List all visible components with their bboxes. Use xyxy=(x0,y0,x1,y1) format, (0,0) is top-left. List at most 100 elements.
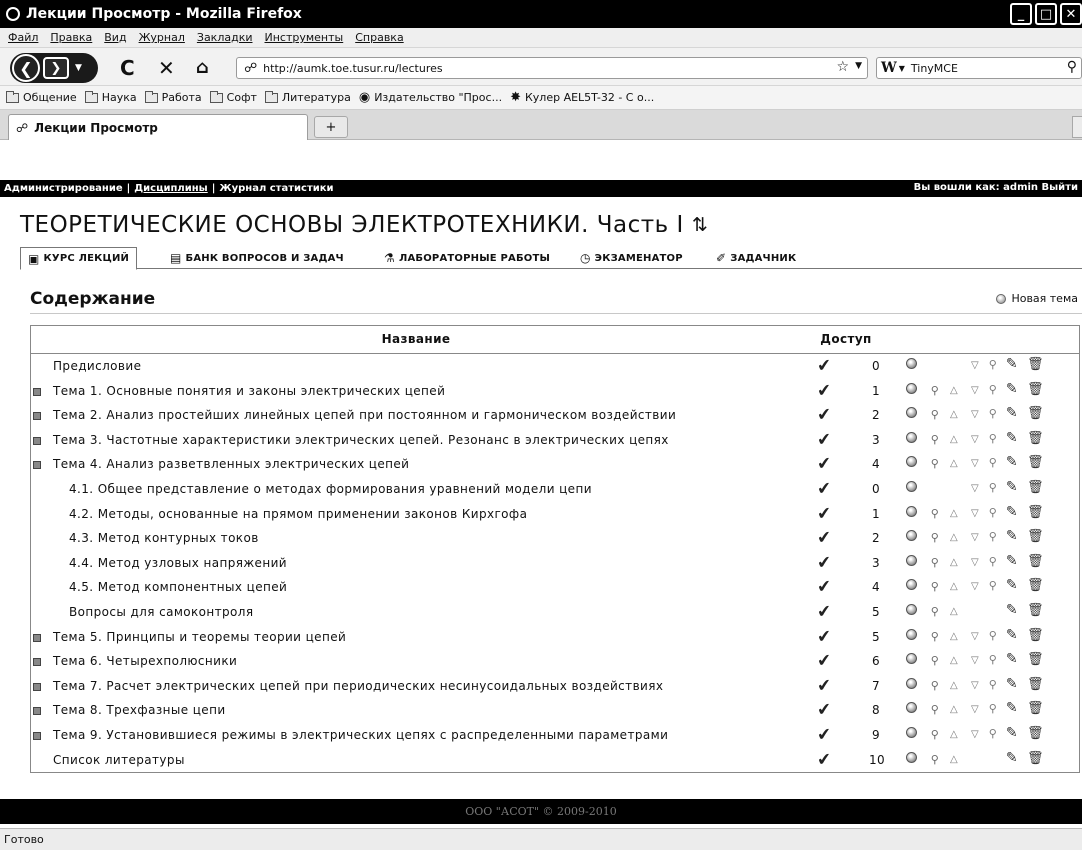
lock-icon[interactable]: ⚲ xyxy=(928,507,942,520)
lock-icon[interactable]: ⚲ xyxy=(928,728,942,741)
history-dropdown-icon[interactable]: ▼ xyxy=(75,63,82,73)
logout-link[interactable]: Выйти xyxy=(1042,182,1078,193)
shield-icon[interactable]: ⚲ xyxy=(986,678,1000,691)
move-up-icon[interactable]: △ xyxy=(947,557,961,568)
preview-icon[interactable] xyxy=(904,726,918,741)
edit-pencil-icon[interactable]: ✎ xyxy=(1005,430,1019,446)
move-down-icon[interactable]: ▽ xyxy=(968,360,982,371)
menu-view[interactable]: Вид xyxy=(104,31,126,44)
shield-icon[interactable]: ⚲ xyxy=(986,358,1000,371)
lock-icon[interactable]: ⚲ xyxy=(928,556,942,569)
trash-icon[interactable]: 🗑 xyxy=(1027,554,1044,569)
lock-icon[interactable]: ⚲ xyxy=(928,630,942,643)
menu-help[interactable]: Справка xyxy=(355,31,403,44)
bookmark-item[interactable]: Софт xyxy=(209,90,257,104)
menu-file[interactable]: Файл xyxy=(8,31,38,44)
shield-icon[interactable]: ⚲ xyxy=(986,506,1000,519)
menu-edit[interactable]: Правка xyxy=(50,31,92,44)
lecture-title-link[interactable]: Тема 9. Установившиеся режимы в электрич… xyxy=(53,728,668,742)
minimize-button[interactable]: _ xyxy=(1010,3,1032,25)
bookmark-star-icon[interactable]: ☆ xyxy=(836,59,849,75)
move-down-icon[interactable]: ▽ xyxy=(968,655,982,666)
move-down-icon[interactable]: ▽ xyxy=(968,508,982,519)
shield-icon[interactable]: ⚲ xyxy=(986,530,1000,543)
preview-icon[interactable] xyxy=(904,382,918,397)
trash-icon[interactable]: 🗑 xyxy=(1027,431,1044,446)
access-check-icon[interactable]: ✔ xyxy=(816,626,833,647)
lecture-title-link[interactable]: Тема 6. Четырехполюсники xyxy=(53,654,237,668)
tab-examiner[interactable]: ◷ ЭКЗАМЕНАТОР xyxy=(580,247,683,269)
disciplines-link[interactable]: Дисциплины xyxy=(134,183,207,194)
tab-question-bank[interactable]: ▤ БАНК ВОПРОСОВ И ЗАДАЧ xyxy=(170,247,344,269)
refresh-icon[interactable]: ⇅ xyxy=(692,214,708,236)
trash-icon[interactable]: 🗑 xyxy=(1027,751,1044,766)
edit-pencil-icon[interactable]: ✎ xyxy=(1005,479,1019,495)
tab-scroll-right[interactable] xyxy=(1072,116,1082,138)
trash-icon[interactable]: 🗑 xyxy=(1027,357,1044,372)
shield-icon[interactable]: ⚲ xyxy=(986,702,1000,715)
preview-icon[interactable] xyxy=(904,578,918,593)
edit-pencil-icon[interactable]: ✎ xyxy=(1005,651,1019,667)
preview-icon[interactable] xyxy=(904,652,918,667)
lecture-title-link[interactable]: Тема 5. Принципы и теоремы теории цепей xyxy=(53,630,346,644)
move-up-icon[interactable]: △ xyxy=(947,409,961,420)
search-input[interactable]: TinyMCE xyxy=(911,62,958,75)
tab-problem-book[interactable]: ✐ ЗАДАЧНИК xyxy=(716,247,796,269)
tab-lecture-course[interactable]: ▣ КУРС ЛЕКЦИЙ xyxy=(20,247,138,270)
bookmark-item[interactable]: Работа xyxy=(144,90,202,104)
new-theme-link[interactable]: Новая тема xyxy=(996,292,1078,305)
preview-icon[interactable] xyxy=(904,751,918,766)
move-up-icon[interactable]: △ xyxy=(947,532,961,543)
shield-icon[interactable]: ⚲ xyxy=(986,579,1000,592)
lock-icon[interactable]: ⚲ xyxy=(928,433,942,446)
shield-icon[interactable]: ⚲ xyxy=(986,629,1000,642)
trash-icon[interactable]: 🗑 xyxy=(1027,726,1044,741)
move-down-icon[interactable]: ▽ xyxy=(968,729,982,740)
search-engine-icon[interactable]: W xyxy=(881,60,897,76)
lecture-title-link[interactable]: 4.4. Метод узловых напряжений xyxy=(69,556,287,570)
preview-icon[interactable] xyxy=(904,554,918,569)
lecture-title-link[interactable]: 4.5. Метод компонентных цепей xyxy=(69,580,287,594)
shield-icon[interactable]: ⚲ xyxy=(986,555,1000,568)
edit-pencil-icon[interactable]: ✎ xyxy=(1005,528,1019,544)
stop-icon[interactable]: ✕ xyxy=(158,56,175,80)
bookmark-item[interactable]: Наука xyxy=(84,90,137,104)
trash-icon[interactable]: 🗑 xyxy=(1027,382,1044,397)
lecture-title-link[interactable]: Тема 7. Расчет электрических цепей при п… xyxy=(53,679,663,693)
preview-icon[interactable] xyxy=(904,455,918,470)
lecture-title-link[interactable]: Тема 1. Основные понятия и законы электр… xyxy=(53,384,445,398)
access-check-icon[interactable]: ✔ xyxy=(816,601,833,622)
maximize-button[interactable]: □ xyxy=(1035,3,1057,25)
move-up-icon[interactable]: △ xyxy=(947,606,961,617)
move-down-icon[interactable]: ▽ xyxy=(968,409,982,420)
edit-pencil-icon[interactable]: ✎ xyxy=(1005,700,1019,716)
admin-link[interactable]: Администрирование xyxy=(4,183,123,194)
lock-icon[interactable]: ⚲ xyxy=(928,679,942,692)
move-down-icon[interactable]: ▽ xyxy=(968,680,982,691)
move-down-icon[interactable]: ▽ xyxy=(968,434,982,445)
access-check-icon[interactable]: ✔ xyxy=(816,577,833,598)
lecture-title-link[interactable]: 4.2. Методы, основанные на прямом примен… xyxy=(69,507,527,521)
shield-icon[interactable]: ⚲ xyxy=(986,727,1000,740)
shield-icon[interactable]: ⚲ xyxy=(986,407,1000,420)
trash-icon[interactable]: 🗑 xyxy=(1027,628,1044,643)
preview-icon[interactable] xyxy=(904,505,918,520)
access-check-icon[interactable]: ✔ xyxy=(816,454,833,475)
lock-icon[interactable]: ⚲ xyxy=(928,384,942,397)
access-check-icon[interactable]: ✔ xyxy=(816,478,833,499)
preview-icon[interactable] xyxy=(904,431,918,446)
move-down-icon[interactable]: ▽ xyxy=(968,631,982,642)
access-check-icon[interactable]: ✔ xyxy=(816,700,833,721)
access-check-icon[interactable]: ✔ xyxy=(816,380,833,401)
edit-pencil-icon[interactable]: ✎ xyxy=(1005,602,1019,618)
access-check-icon[interactable]: ✔ xyxy=(816,355,833,376)
menu-history[interactable]: Журнал xyxy=(139,31,185,44)
edit-pencil-icon[interactable]: ✎ xyxy=(1005,405,1019,421)
url-text[interactable]: http://aumk.toe.tusur.ru/lectures xyxy=(263,62,442,75)
search-box[interactable]: W ▼ TinyMCE ⚲ xyxy=(876,57,1082,79)
lecture-title-link[interactable]: Тема 8. Трехфазные цепи xyxy=(53,703,226,717)
move-up-icon[interactable]: △ xyxy=(947,704,961,715)
shield-icon[interactable]: ⚲ xyxy=(986,456,1000,469)
access-check-icon[interactable]: ✔ xyxy=(816,503,833,524)
bookmark-item[interactable]: ✸ Кулер AEL5T-32 - С о... xyxy=(510,90,654,105)
